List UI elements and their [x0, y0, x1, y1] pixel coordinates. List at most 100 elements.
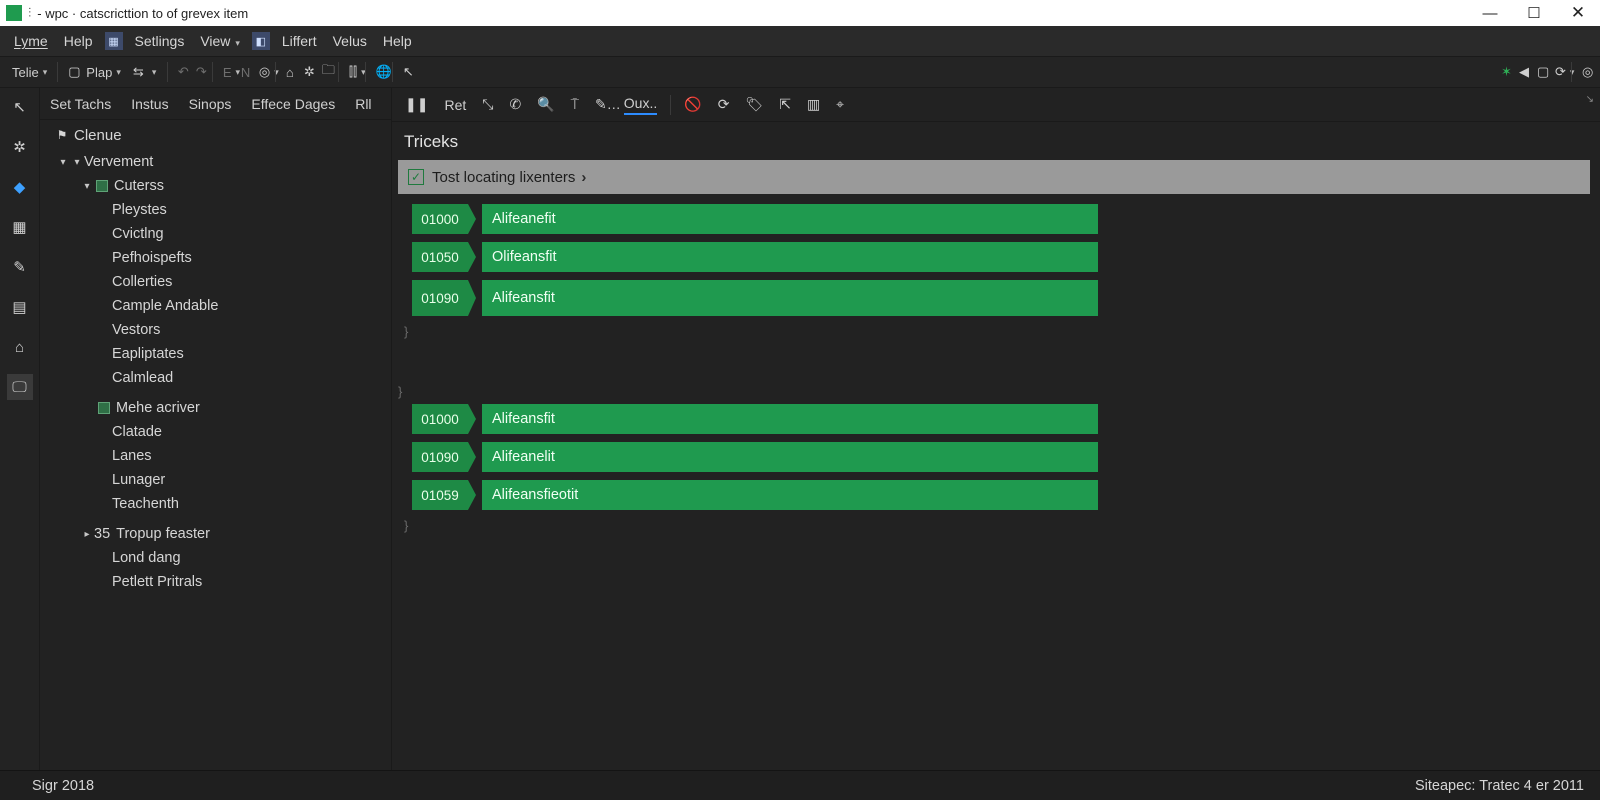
tree-item[interactable]: Collerties: [40, 270, 391, 294]
tree-node-group1[interactable]: ▾ Cuterss: [40, 174, 391, 198]
overflow-icon[interactable]: ↘: [1586, 94, 1594, 105]
rail-grid-icon[interactable]: ▦: [7, 214, 33, 240]
tree-item[interactable]: Pefhoispefts: [40, 246, 391, 270]
menu-icon-1[interactable]: ▦: [105, 32, 123, 50]
camera-icon[interactable]: ⌖: [831, 93, 849, 116]
refresh-icon[interactable]: ⟳: [713, 93, 735, 116]
pointer-icon[interactable]: ↖: [397, 61, 415, 83]
globe-icon[interactable]: 🌐: [370, 61, 388, 83]
toolbar-dropdown-plap[interactable]: Plap▾: [80, 62, 127, 83]
tree-item[interactable]: Cvictlng: [40, 222, 391, 246]
block-row[interactable]: 01000 Alifeanefit: [412, 204, 1600, 234]
sliders-icon[interactable]: ⇆: [127, 61, 145, 83]
close-button[interactable]: ✕: [1556, 0, 1600, 26]
chevron-down-icon: ▾: [56, 157, 70, 168]
toolbar-separator: [392, 62, 393, 82]
menu-velus[interactable]: Velus: [325, 29, 375, 53]
undo-icon[interactable]: ↶: [172, 61, 190, 83]
rail-monitor-icon[interactable]: 🖵: [7, 374, 33, 400]
nav-back-icon[interactable]: ◀: [1513, 61, 1531, 83]
toolbar-dropdown-telie[interactable]: Telie▾: [6, 62, 53, 83]
tab-rll[interactable]: Rll: [345, 90, 381, 118]
link-oux[interactable]: ✎…Oux..: [590, 92, 662, 118]
letter-n-icon[interactable]: N: [235, 62, 253, 83]
tree-item[interactable]: Pleystes: [40, 198, 391, 222]
tree-item[interactable]: Petlett Pritrals: [40, 570, 391, 594]
rail-pen-icon[interactable]: ✎: [7, 254, 33, 280]
tree-item[interactable]: Calmlead: [40, 366, 391, 390]
tab-sinops[interactable]: Sinops: [179, 90, 242, 118]
gear-icon[interactable]: ✲: [298, 61, 316, 83]
tree-node-group3[interactable]: ▸ 35 Tropup feaster: [40, 522, 391, 546]
rail-blue-chip-icon[interactable]: ◆: [7, 174, 33, 200]
tab-instus[interactable]: Instus: [121, 90, 178, 118]
chart-icon[interactable]: ⫿⫿ ▾: [343, 61, 361, 83]
rail-table-icon[interactable]: ▤: [7, 294, 33, 320]
group-header-label: Tost locating lixenters: [432, 169, 575, 186]
tree-top-row[interactable]: ⚑ Clenue: [40, 120, 391, 150]
tree-item[interactable]: Lanes: [40, 444, 391, 468]
tree-item[interactable]: Teachenth: [40, 492, 391, 516]
tab-effece-dages[interactable]: Effece Dages: [241, 90, 345, 118]
tree-item-label: Clatade: [112, 424, 162, 440]
phone-icon[interactable]: ✆: [504, 93, 526, 116]
nav-forward-icon[interactable]: ⟳ ▾: [1549, 61, 1567, 83]
tree-node-root[interactable]: ▾ ▾ Vervement: [40, 150, 391, 174]
tree-item[interactable]: Vestors: [40, 318, 391, 342]
block-row[interactable]: 01090 Alifeansfit: [412, 280, 1600, 316]
tree-item-label: Teachenth: [112, 496, 179, 512]
block-row[interactable]: 01050 Olifeansfit: [412, 242, 1600, 272]
menu-help-2[interactable]: Help: [375, 29, 420, 53]
block-row[interactable]: 01059 Alifeansfieotit: [412, 480, 1600, 510]
maximize-button[interactable]: ☐: [1512, 0, 1556, 26]
tree-item[interactable]: Cample Andable: [40, 294, 391, 318]
block-label: Alifeanelit: [482, 442, 1098, 472]
search-icon[interactable]: 🔍: [532, 93, 559, 116]
letter-e-icon[interactable]: E ▾: [217, 62, 235, 83]
block-row[interactable]: 01090 Alifeanelit: [412, 442, 1600, 472]
block-row[interactable]: 01000 Alifeansfit: [412, 404, 1600, 434]
minimize-button[interactable]: ―: [1468, 0, 1512, 26]
rail-pointer-icon[interactable]: ↖: [7, 94, 33, 120]
tag-icon[interactable]: 🏷: [740, 93, 768, 116]
menu-liffert[interactable]: Liffert: [274, 29, 325, 53]
tree-node-group2[interactable]: Mehe acriver: [40, 396, 391, 420]
tree-item[interactable]: Lunager: [40, 468, 391, 492]
tree-item[interactable]: Eapliptates: [40, 342, 391, 366]
menu-settings[interactable]: Setlings: [127, 29, 193, 53]
content-ret-button[interactable]: Ret: [439, 94, 471, 116]
tree-item[interactable]: Lond dang: [40, 546, 391, 570]
box-icon[interactable]: 🗀: [316, 58, 334, 86]
circle-icon[interactable]: ◎ ▾: [253, 61, 271, 83]
tab-set-tachs[interactable]: Set Tachs: [40, 90, 121, 118]
menu-view[interactable]: View ▾: [192, 29, 248, 53]
green-badge-icon[interactable]: ✶: [1495, 61, 1513, 83]
folder-icon: [96, 401, 112, 415]
tree-group3-badge: 35: [94, 526, 110, 542]
target-icon[interactable]: ◎: [1576, 61, 1594, 83]
toolbar-separator: [670, 95, 671, 115]
menu-help[interactable]: Help: [56, 29, 101, 53]
redo-icon[interactable]: ↷: [190, 61, 208, 83]
block-icon[interactable]: 🚫: [679, 93, 706, 116]
block-group-b: 01000 Alifeansfit 01090 Alifeanelit 0105…: [392, 404, 1600, 538]
home-icon[interactable]: ⌂: [280, 62, 298, 83]
chevron-down-icon[interactable]: ▾: [145, 64, 163, 81]
rail-snowflake-icon[interactable]: ✲: [7, 134, 33, 160]
menu-icon-2[interactable]: ◧: [252, 32, 270, 50]
clipboard-icon[interactable]: ▢: [1531, 61, 1549, 83]
rail-home-icon[interactable]: ⌂: [7, 334, 33, 360]
tree-item-label: Eapliptates: [112, 346, 184, 362]
export-icon[interactable]: ⇱: [774, 93, 796, 116]
tree-item[interactable]: Clatade: [40, 420, 391, 444]
menu-lyme[interactable]: Lyme: [6, 29, 56, 53]
block-id: 01059: [412, 480, 468, 510]
block-id: 01050: [412, 242, 468, 272]
pause-icon[interactable]: ❚❚: [400, 93, 433, 116]
mic-icon[interactable]: ⍑: [566, 93, 584, 116]
columns-icon[interactable]: ▥: [802, 93, 825, 116]
group-header[interactable]: ✓ Tost locating lixenters ›: [398, 160, 1590, 194]
main-toolbar: Telie▾ ▢ Plap▾ ⇆ ▾ ↶ ↷ E ▾ N ◎ ▾ ⌂ ✲ 🗀 ⫿…: [0, 56, 1600, 88]
skip-icon[interactable]: ⤡: [477, 93, 498, 116]
panel-icon[interactable]: ▢: [62, 61, 80, 83]
